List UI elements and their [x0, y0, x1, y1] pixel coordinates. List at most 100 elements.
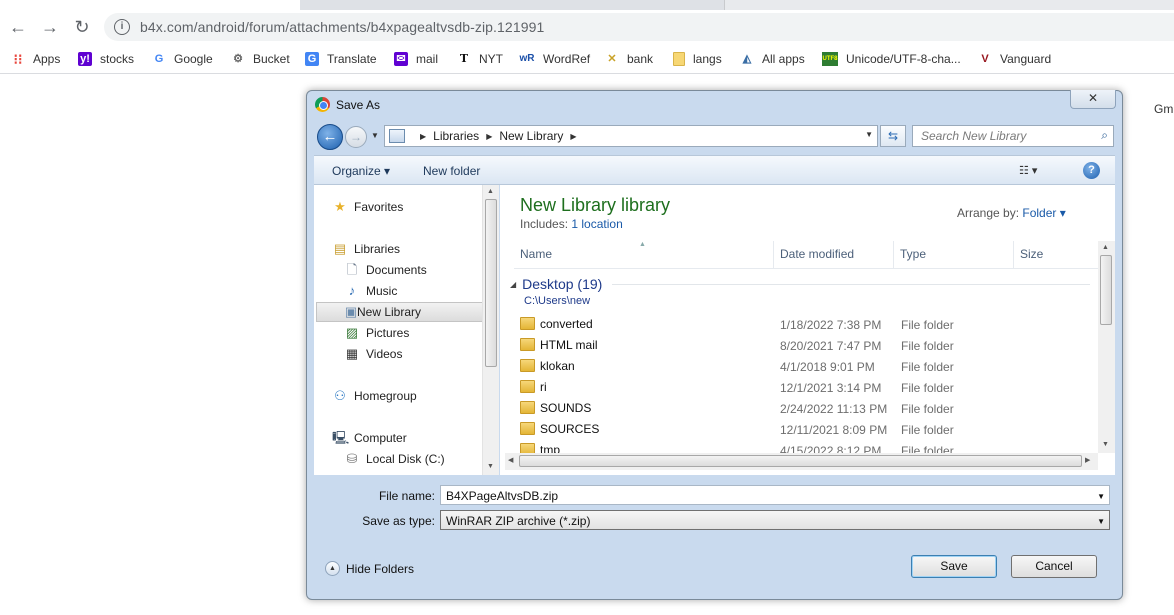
includes-label: Includes: — [520, 217, 569, 231]
nav-local-disk[interactable]: ⛁ Local Disk (C:) — [344, 449, 445, 469]
dialog-title-bar: Save As — [315, 97, 380, 112]
scroll-thumb[interactable] — [519, 455, 1082, 467]
breadcrumb[interactable]: ▶ Libraries ▶ New Library ▶ ▼ — [384, 125, 878, 147]
chevron-right-icon[interactable]: ▶ — [570, 132, 576, 141]
file-row[interactable]: HTML mail 8/20/2021 7:47 PM File folder — [520, 335, 1100, 356]
bookmarks-bar: ⁝⁝ Apps y! stocks G Google ⚙ Bucket G Tr… — [0, 44, 1174, 74]
forward-arrow-icon[interactable]: → — [345, 126, 367, 148]
new-folder-button[interactable]: New folder — [423, 164, 480, 178]
bookmark-vanguard[interactable]: V Vanguard — [978, 51, 1051, 67]
nav-label: Videos — [366, 347, 403, 361]
back-arrow-icon[interactable]: ← — [6, 16, 30, 40]
site-info-icon[interactable]: i — [114, 19, 130, 35]
includes-location-link[interactable]: 1 location — [571, 217, 622, 231]
bookmark-google[interactable]: G Google — [152, 51, 213, 67]
chevron-down-icon[interactable]: ▼ — [865, 130, 873, 139]
organize-button[interactable]: Organize ▾ — [332, 164, 390, 178]
bookmark-langs[interactable]: langs — [673, 51, 722, 67]
chevron-down-icon[interactable]: ▼ — [1097, 517, 1105, 526]
collapse-triangle-icon[interactable]: ◢ — [510, 280, 516, 289]
file-list-horizontal-scrollbar[interactable]: ◀ ▶ — [505, 453, 1098, 470]
file-name: tmp — [540, 443, 561, 453]
scroll-thumb[interactable] — [485, 199, 497, 367]
library-includes: Includes: 1 location — [520, 217, 623, 231]
file-row[interactable]: SOUNDS 2/24/2022 11:13 PM File folder — [520, 398, 1100, 419]
chevron-right-icon[interactable]: ▶ — [486, 132, 492, 141]
nav-homegroup[interactable]: ⚇ Homegroup — [332, 386, 417, 406]
bookmark-unicode[interactable]: UTF8 Unicode/UTF-8-cha... — [822, 51, 961, 67]
save-as-type-select[interactable]: WinRAR ZIP archive (*.zip) ▼ — [440, 510, 1110, 530]
bookmark-bank[interactable]: ✕ bank — [605, 51, 653, 67]
close-button[interactable]: ✕ — [1070, 90, 1116, 109]
scroll-up-arrow-icon[interactable]: ▲ — [487, 188, 494, 195]
nav-label: Libraries — [354, 242, 401, 256]
save-button[interactable]: Save — [911, 555, 997, 578]
search-icon[interactable]: ⌕ — [1101, 128, 1108, 143]
chevron-down-icon[interactable]: ▼ — [1097, 492, 1105, 501]
refresh-button[interactable]: ⇆ — [880, 125, 906, 147]
history-dropdown-icon[interactable]: ▼ — [371, 131, 379, 140]
scroll-left-arrow-icon[interactable]: ◀ — [508, 456, 513, 464]
bookmark-wordref[interactable]: wR WordRef — [519, 51, 591, 67]
bookmark-label: Unicode/UTF-8-cha... — [846, 52, 961, 66]
file-date: 2/24/2022 11:13 PM — [780, 402, 888, 416]
chevron-right-icon[interactable]: ▶ — [420, 132, 426, 141]
sort-ascending-icon: ▲ — [639, 241, 646, 248]
reload-icon[interactable]: ↻ — [70, 16, 94, 40]
scroll-up-arrow-icon[interactable]: ▲ — [1102, 244, 1109, 251]
hide-folders-label: Hide Folders — [346, 561, 415, 576]
nav-libraries[interactable]: ▤ Libraries — [332, 239, 400, 259]
column-size[interactable]: Size — [1014, 241, 1099, 269]
file-row[interactable]: SOURCES 12/11/2021 8:09 PM File folder — [520, 419, 1100, 440]
group-header-desktop[interactable]: ◢ Desktop (19) — [510, 276, 1090, 292]
command-bar: Organize ▾ New folder ☷ ▾ ? — [314, 155, 1115, 185]
nav-scrollbar[interactable]: ▲ ▼ — [482, 185, 499, 475]
breadcrumb-new-library[interactable]: New Library — [499, 129, 563, 143]
scroll-down-arrow-icon[interactable]: ▼ — [487, 463, 494, 470]
file-row[interactable]: converted 1/18/2022 7:38 PM File folder — [520, 314, 1100, 335]
file-row[interactable]: tmp 4/15/2022 8:12 PM File folder — [520, 440, 1100, 453]
documents-icon: 🗋 — [346, 262, 358, 277]
file-type: File folder — [901, 360, 954, 374]
scroll-thumb[interactable] — [1100, 255, 1112, 325]
nav-pictures[interactable]: ▨ Pictures — [344, 323, 410, 343]
bookmark-mail[interactable]: ✉ mail — [394, 51, 438, 67]
view-options-icon[interactable]: ☷ ▾ — [1019, 164, 1037, 177]
search-input[interactable]: Search New Library ⌕ — [912, 125, 1114, 147]
bookmark-bucket[interactable]: ⚙ Bucket — [231, 51, 290, 67]
bookmark-translate[interactable]: G Translate — [305, 51, 377, 67]
nav-label: New Library — [357, 305, 422, 319]
bookmark-apps[interactable]: ⁝⁝ Apps — [11, 51, 61, 67]
help-icon[interactable]: ? — [1083, 162, 1100, 179]
file-list-vertical-scrollbar[interactable]: ▲ ▼ — [1098, 241, 1115, 453]
bookmark-label: Apps — [33, 52, 61, 66]
file-row[interactable]: ri 12/1/2021 3:14 PM File folder — [520, 377, 1100, 398]
bookmark-nyt[interactable]: T NYT — [457, 51, 503, 67]
back-arrow-icon[interactable]: ← — [317, 124, 343, 150]
active-tab[interactable] — [0, 0, 300, 10]
scroll-down-arrow-icon[interactable]: ▼ — [1102, 441, 1109, 448]
file-row[interactable]: klokan 4/1/2018 9:01 PM File folder — [520, 356, 1100, 377]
hide-folders-button[interactable]: ▲ Hide Folders — [325, 561, 414, 576]
scroll-right-arrow-icon[interactable]: ▶ — [1085, 456, 1090, 464]
nav-computer[interactable]: 🖳 Computer — [332, 428, 407, 448]
address-bar[interactable]: i b4x.com/android/forum/attachments/b4xp… — [104, 13, 1174, 41]
column-type[interactable]: Type — [894, 241, 1014, 269]
nav-new-library[interactable]: ▣ New Library — [316, 302, 484, 322]
bookmark-stocks[interactable]: y! stocks — [78, 51, 134, 67]
background-tab[interactable] — [724, 0, 1174, 10]
videos-icon: ▦ — [345, 346, 359, 361]
file-name-field[interactable]: B4XPageAltvsDB.zip ▼ — [440, 485, 1110, 505]
column-date-modified[interactable]: Date modified — [774, 241, 894, 269]
nav-music[interactable]: ♪ Music — [344, 281, 398, 301]
nav-videos[interactable]: ▦ Videos — [344, 344, 403, 364]
dialog-title: Save As — [336, 97, 381, 112]
cancel-button[interactable]: Cancel — [1011, 555, 1097, 578]
nav-favorites[interactable]: ★ Favorites — [332, 197, 403, 217]
url-text[interactable]: b4x.com/android/forum/attachments/b4xpag… — [140, 19, 544, 35]
arrange-by-dropdown[interactable]: Folder ▾ — [1022, 206, 1065, 220]
forward-arrow-icon[interactable]: → — [38, 16, 62, 40]
nav-documents[interactable]: 🗋 Documents — [344, 260, 427, 280]
breadcrumb-libraries[interactable]: Libraries — [433, 129, 479, 143]
bookmark-all-apps[interactable]: ◭ All apps — [740, 51, 805, 67]
